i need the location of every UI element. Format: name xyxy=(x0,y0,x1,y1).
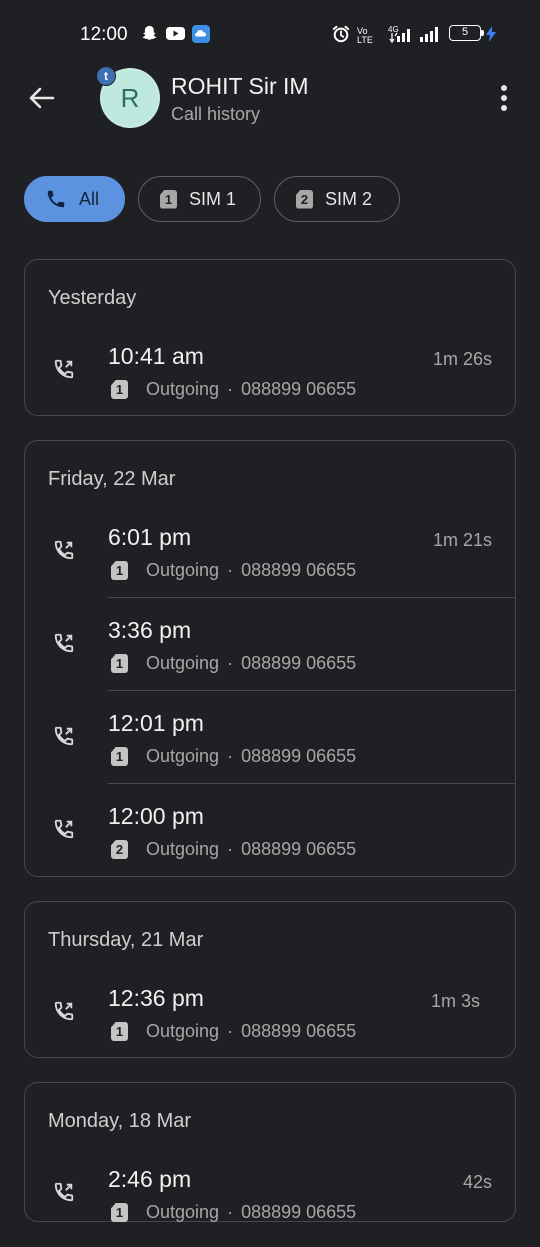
status-time: 12:00 xyxy=(80,24,128,45)
call-duration: 1m 21s xyxy=(432,530,492,550)
phone-icon xyxy=(47,190,65,208)
page-subtitle: Call history xyxy=(171,104,261,124)
call-number: 088899 06655 xyxy=(241,746,357,766)
filter-chip-all[interactable]: All xyxy=(24,176,125,222)
more-options-icon[interactable] xyxy=(492,84,516,112)
back-arrow-icon[interactable] xyxy=(26,82,58,114)
filter-chip-label: SIM 1 xyxy=(189,188,237,209)
divider xyxy=(108,597,515,598)
call-number: 088899 06655 xyxy=(241,560,357,580)
filter-chip-label: SIM 2 xyxy=(325,188,373,209)
call-group-card: Monday, 18 Mar 2:46 pm 1 Outgoing · 0888… xyxy=(24,1082,516,1222)
outgoing-call-icon xyxy=(54,726,74,746)
call-time: 12:01 pm xyxy=(108,710,204,736)
call-time: 3:36 pm xyxy=(108,617,192,643)
call-number: 088899 06655 xyxy=(241,1202,357,1222)
divider xyxy=(108,690,515,691)
call-time: 2:46 pm xyxy=(108,1166,192,1192)
filter-chip-sim1[interactable]: 1 SIM 1 xyxy=(138,176,261,222)
status-bar: 12:00 Vo LTE 4G 5 xyxy=(0,0,540,64)
call-time: 12:36 pm xyxy=(108,985,204,1011)
call-type: Outgoing xyxy=(146,839,220,859)
call-number: 088899 06655 xyxy=(241,839,357,859)
signal-sim1-icon xyxy=(389,29,410,43)
sim-icon: 1 xyxy=(111,380,128,399)
contact-name: ROHIT Sir IM xyxy=(171,73,309,99)
call-type: Outgoing xyxy=(146,746,220,766)
call-duration: 1m 26s xyxy=(432,349,492,369)
separator-dot: · xyxy=(227,839,234,859)
sim1-icon: 1 xyxy=(160,189,177,209)
outgoing-call-icon xyxy=(54,819,74,839)
call-group-card: Yesterday 10:41 am 1 Outgoing · 088899 0… xyxy=(24,259,516,416)
sim-icon: 1 xyxy=(111,747,128,766)
battery-icon: 5 xyxy=(449,25,481,41)
separator-dot: · xyxy=(227,379,234,399)
call-duration: 1m 3s xyxy=(430,991,480,1011)
outgoing-call-icon xyxy=(54,540,74,560)
separator-dot: · xyxy=(227,560,234,580)
call-meta: 1 Outgoing · 088899 06655 xyxy=(111,746,356,767)
charging-bolt-icon xyxy=(486,26,496,42)
call-entry[interactable]: 12:36 pm 1 Outgoing · 088899 06655 1m 3s xyxy=(25,973,515,1066)
separator-dot: · xyxy=(227,1202,234,1222)
call-duration: 42s xyxy=(462,1172,492,1192)
outgoing-call-icon xyxy=(54,1182,74,1202)
call-entry[interactable]: 6:01 pm 1 Outgoing · 088899 06655 1m 21s xyxy=(25,512,515,605)
call-type: Outgoing xyxy=(146,560,220,580)
call-meta: 1 Outgoing · 088899 06655 xyxy=(111,1021,356,1042)
call-meta: 1 Outgoing · 088899 06655 xyxy=(111,560,356,581)
volte-indicator: Vo LTE xyxy=(357,26,373,45)
sim2-icon: 2 xyxy=(296,189,313,209)
filter-chip-label: All xyxy=(79,188,100,209)
call-meta: 1 Outgoing · 088899 06655 xyxy=(111,653,356,674)
separator-dot: · xyxy=(227,653,234,673)
call-meta: 1 Outgoing · 088899 06655 xyxy=(111,379,356,400)
call-time: 12:00 pm xyxy=(108,803,204,829)
battery-tip xyxy=(481,30,484,36)
avatar-app-badge: t xyxy=(96,66,116,86)
call-meta: 1 Outgoing · 088899 06655 xyxy=(111,1202,356,1223)
call-type: Outgoing xyxy=(146,653,220,673)
call-meta: 2 Outgoing · 088899 06655 xyxy=(111,839,356,860)
call-group-card: Friday, 22 Mar 6:01 pm 1 Outgoing · 0888… xyxy=(24,440,516,877)
youtube-icon xyxy=(166,27,185,40)
sim-icon: 1 xyxy=(111,654,128,673)
call-number: 088899 06655 xyxy=(241,1021,357,1041)
call-entry[interactable]: 12:01 pm 1 Outgoing · 088899 06655 xyxy=(25,698,515,791)
separator-dot: · xyxy=(227,1021,234,1041)
cloud-app-icon xyxy=(192,25,210,43)
sim-icon: 2 xyxy=(111,840,128,859)
divider xyxy=(108,783,515,784)
call-entry[interactable]: 3:36 pm 1 Outgoing · 088899 06655 xyxy=(25,605,515,698)
call-type: Outgoing xyxy=(146,1021,220,1041)
battery-level: 5 xyxy=(461,26,469,38)
sim-icon: 1 xyxy=(111,1022,128,1041)
outgoing-call-icon xyxy=(54,359,74,379)
call-entry[interactable]: 12:00 pm 2 Outgoing · 088899 06655 xyxy=(25,791,515,884)
call-type: Outgoing xyxy=(146,379,220,399)
filter-chip-sim2[interactable]: 2 SIM 2 xyxy=(274,176,400,222)
call-group-card: Thursday, 21 Mar 12:36 pm 1 Outgoing · 0… xyxy=(24,901,516,1058)
call-type: Outgoing xyxy=(146,1202,220,1222)
call-number: 088899 06655 xyxy=(241,379,357,399)
signal-sim2-icon xyxy=(420,27,438,42)
sim-icon: 1 xyxy=(111,561,128,580)
call-entry[interactable]: 2:46 pm 1 Outgoing · 088899 06655 42s xyxy=(25,1154,515,1247)
call-time: 6:01 pm xyxy=(108,524,192,550)
alarm-icon xyxy=(332,25,350,43)
call-group-date: Friday, 22 Mar xyxy=(48,468,176,490)
snapchat-icon xyxy=(142,25,157,40)
call-entry[interactable]: 10:41 am 1 Outgoing · 088899 06655 1m 26… xyxy=(25,331,515,424)
outgoing-call-icon xyxy=(54,1001,74,1021)
call-group-date: Monday, 18 Mar xyxy=(48,1110,192,1132)
call-group-date: Yesterday xyxy=(48,287,137,309)
separator-dot: · xyxy=(227,746,234,766)
call-group-date: Thursday, 21 Mar xyxy=(48,929,204,951)
call-time: 10:41 am xyxy=(108,343,204,369)
outgoing-call-icon xyxy=(54,633,74,653)
call-number: 088899 06655 xyxy=(241,653,357,673)
